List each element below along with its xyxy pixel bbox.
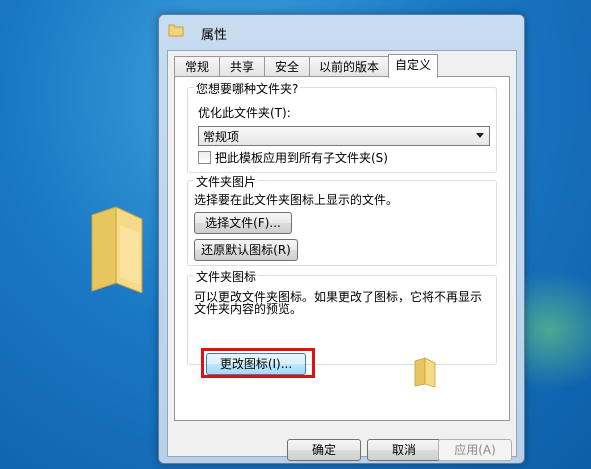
choose-file-button[interactable]: 选择文件(F)... — [194, 212, 292, 234]
folder-picture-group: 文件夹图片 选择要在此文件夹图标上显示的文件。 选择文件(F)... 还原默认图… — [187, 173, 497, 266]
desktop-folder-icon[interactable] — [86, 205, 148, 293]
folder-icon-group-title: 文件夹图标 — [194, 268, 259, 285]
optimize-dropdown-value: 常规项 — [203, 130, 240, 144]
properties-window: 属性 常规 共享 安全 以前的版本 自定义 您想要哪种文件夹? 优化此文件夹(T… — [158, 14, 525, 464]
change-icon-button[interactable]: 更改图标(I)... — [206, 353, 306, 375]
optimize-group-title: 您想要哪种文件夹? — [194, 80, 301, 97]
apply-subfolders-label[interactable]: 把此模板应用到所有子文件夹(S) — [215, 149, 388, 166]
tab-customize[interactable]: 自定义 — [388, 54, 438, 78]
folder-picture-group-title: 文件夹图片 — [194, 173, 259, 190]
folder-icon — [168, 24, 184, 37]
optimize-group: 您想要哪种文件夹? 优化此文件夹(T): 常规项 把此模板应用到所有子文件夹(S… — [187, 80, 497, 173]
optimize-label: 优化此文件夹(T): — [198, 106, 291, 120]
tab-sharing[interactable]: 共享 — [219, 56, 265, 77]
ok-button[interactable]: 确定 — [287, 439, 361, 461]
chevron-down-icon — [476, 133, 484, 138]
restore-default-button[interactable]: 还原默认图标(R) — [194, 239, 298, 261]
apply-subfolders-checkbox[interactable] — [198, 151, 211, 164]
tab-security[interactable]: 安全 — [264, 56, 310, 77]
optimize-dropdown[interactable]: 常规项 — [198, 126, 490, 146]
apply-button[interactable]: 应用(A) — [438, 439, 512, 461]
folder-preview-icon — [414, 357, 436, 387]
tab-general[interactable]: 常规 — [174, 56, 220, 77]
window-title: 属性 — [201, 28, 228, 43]
customize-panel: 您想要哪种文件夹? 优化此文件夹(T): 常规项 把此模板应用到所有子文件夹(S… — [174, 76, 510, 421]
folder-icon-description-line2: 文件夹内容的预览。 — [194, 302, 303, 316]
cancel-button[interactable]: 取消 — [367, 439, 441, 461]
dialog-body: 常规 共享 安全 以前的版本 自定义 您想要哪种文件夹? 优化此文件夹(T): … — [167, 50, 517, 461]
title-bar[interactable]: 属性 — [159, 15, 524, 45]
folder-picture-description: 选择要在此文件夹图标上显示的文件。 — [194, 193, 399, 207]
tab-previous-versions[interactable]: 以前的版本 — [309, 56, 389, 77]
